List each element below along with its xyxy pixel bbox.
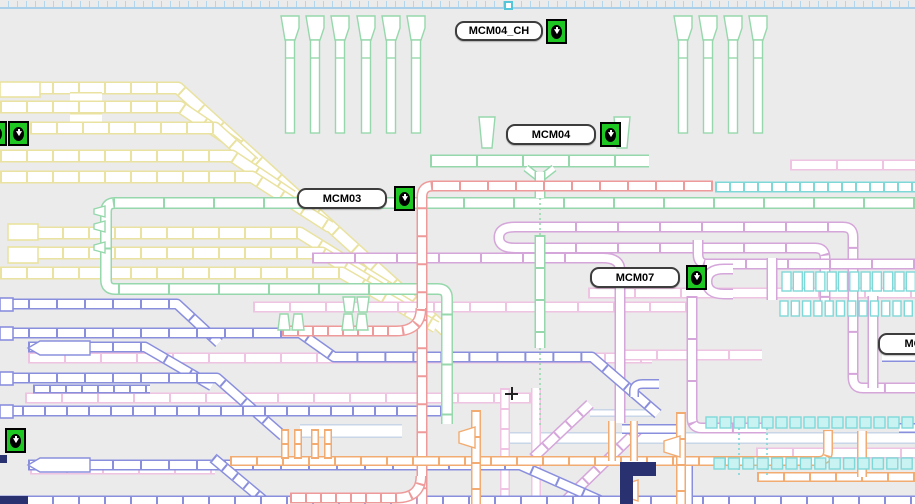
status-indicator[interactable] <box>546 19 567 44</box>
indicator-arrow-icon <box>691 271 702 285</box>
label-mcm07[interactable]: MCM07 <box>590 267 680 288</box>
label-mcm04[interactable]: MCM04 <box>506 124 596 145</box>
indicator-arrow-icon <box>10 434 21 448</box>
status-indicator[interactable] <box>0 121 7 146</box>
status-indicator[interactable] <box>686 265 707 290</box>
label-mcm_partial[interactable]: MC <box>878 333 915 355</box>
indicator-arrow-icon <box>399 192 410 206</box>
status-indicator[interactable] <box>8 121 29 146</box>
crosshair-cursor <box>505 387 518 400</box>
indicator-arrow-icon <box>551 25 562 39</box>
status-indicator[interactable] <box>600 122 621 147</box>
label-mcm04_ch[interactable]: MCM04_CH <box>455 21 543 41</box>
selection-handle[interactable] <box>504 1 513 10</box>
indicator-arrow-icon <box>0 127 2 141</box>
indicator-arrow-icon <box>605 128 616 142</box>
selection-ruler-ticks <box>0 1 915 7</box>
status-indicator[interactable] <box>394 186 415 211</box>
indicator-arrow-icon <box>13 127 24 141</box>
conveyor-map-canvas: MCM04_CH MCM04 MCM03 MCM07 MC <box>0 0 915 504</box>
conveyor-network <box>0 0 915 504</box>
status-indicator[interactable] <box>5 428 26 453</box>
label-mcm03[interactable]: MCM03 <box>297 188 387 209</box>
selection-ruler-line <box>0 7 915 9</box>
